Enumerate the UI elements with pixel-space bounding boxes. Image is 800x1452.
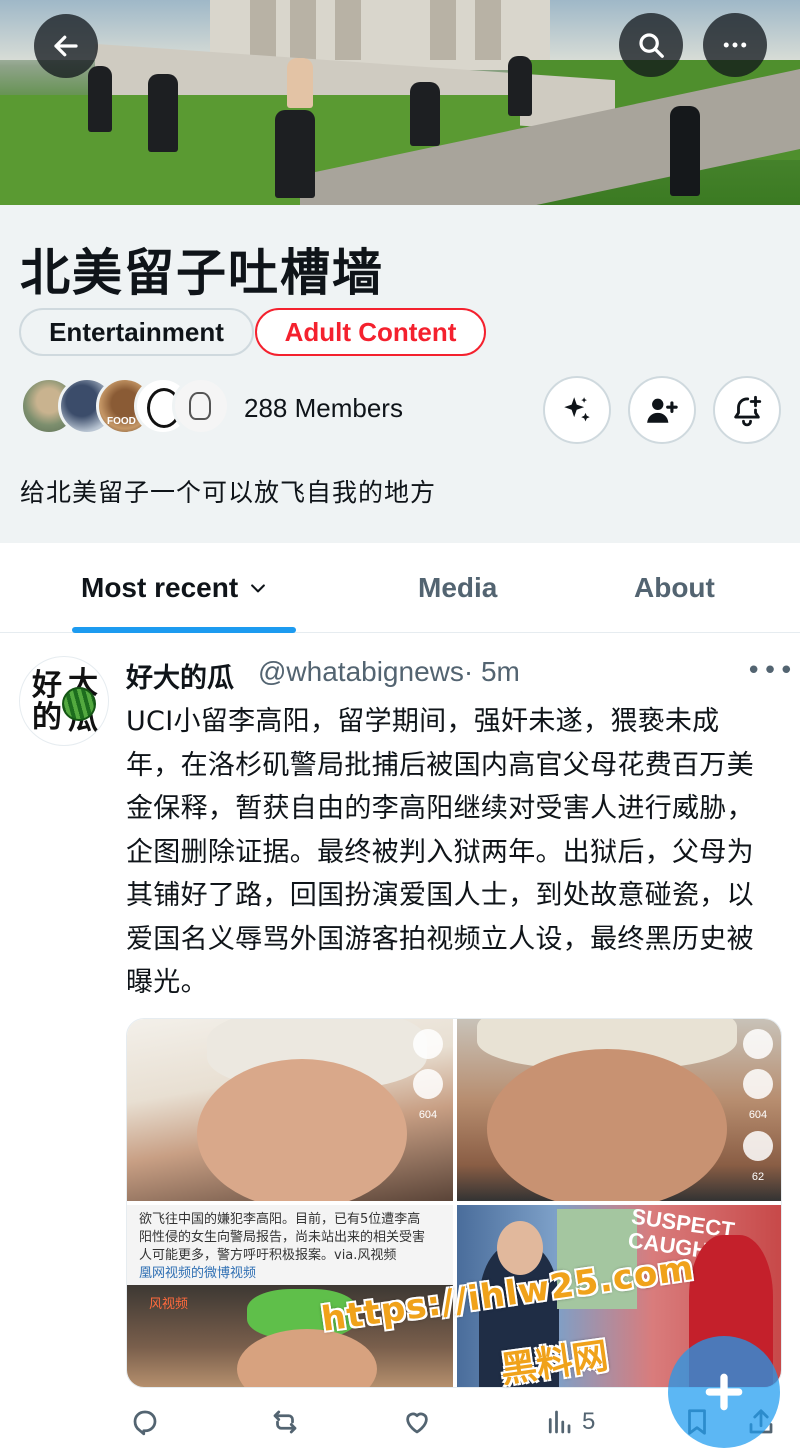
sparkle-icon (564, 397, 590, 422)
banner-pillar (290, 0, 316, 60)
search-button[interactable] (619, 13, 683, 77)
post-author-avatar[interactable]: 好 大 的 瓜 (19, 656, 109, 746)
avatar-char: 的 (32, 700, 62, 735)
tab-media[interactable]: Media (418, 543, 497, 633)
join-community-button[interactable] (628, 376, 696, 444)
like-count: 604 (418, 1109, 438, 1121)
avatar-food-text: FOOD (107, 416, 136, 427)
tag-entertainment[interactable]: Entertainment (19, 308, 254, 356)
banner-pillar (250, 0, 276, 60)
post-more-button[interactable]: ••• (746, 656, 795, 686)
more-horizontal-icon (723, 42, 747, 48)
media-image-2[interactable]: 604 62 (457, 1019, 781, 1201)
retweet-icon (273, 1410, 297, 1434)
back-button[interactable] (34, 14, 98, 78)
heart-icon (743, 1069, 773, 1099)
views-chart-icon (548, 1410, 571, 1434)
profile-dot-icon (743, 1029, 773, 1059)
grok-sparkle-button[interactable] (543, 376, 611, 444)
reply-icon (133, 1410, 157, 1436)
community-description: 给北美留子一个可以放飞自我的地方 (20, 478, 437, 507)
heart-icon (406, 1412, 428, 1434)
members-count[interactable]: 288 Members (244, 393, 403, 424)
search-icon (639, 33, 664, 58)
notifications-button[interactable] (713, 376, 781, 444)
person-add-icon (647, 398, 678, 423)
tab-about[interactable]: About (634, 543, 715, 633)
banner-pillar (335, 0, 361, 60)
profile-dot-icon (413, 1029, 443, 1059)
bell-plus-icon (734, 395, 762, 427)
video-side-icons: 604 62 (741, 1029, 775, 1183)
community-title: 北美留子吐槽墙 (20, 244, 384, 302)
chevron-down-icon (251, 584, 266, 593)
views-button[interactable]: 5 (544, 1402, 595, 1442)
post-author-handle[interactable]: @whatabignews· 5m (258, 656, 520, 688)
community-tabs: Most recent Media About (0, 543, 800, 633)
community-banner (0, 0, 800, 205)
compose-button[interactable] (668, 1336, 780, 1448)
banner-pillar (430, 0, 456, 60)
tab-active-indicator (72, 627, 296, 633)
retweet-button[interactable] (270, 1402, 300, 1442)
watermelon-icon (62, 687, 96, 721)
post-handle-text: @whatabignews (258, 656, 464, 687)
comment-count: 62 (751, 1171, 765, 1183)
banner-figure (275, 110, 315, 198)
more-button[interactable] (703, 13, 767, 77)
banner-figure (148, 74, 178, 152)
media-caption-text: 欲飞往中国的嫌犯李高阳。目前，已有5位遭李高阳性侵的女生向警局报告，尚未站出来的… (139, 1212, 426, 1263)
like-count: 604 (748, 1109, 768, 1121)
post-text: UCI小留李高阳，留学期间，强奸未遂，猥亵未成年，在洛杉矶警局批捕后被国内高官父… (126, 706, 754, 998)
views-count: 5 (582, 1408, 596, 1435)
plus-icon (705, 1373, 743, 1411)
banner-figure (508, 56, 532, 116)
arrow-left-icon (54, 35, 78, 57)
community-info: 北美留子吐槽墙 Entertainment Adult Content FOOD… (0, 205, 800, 543)
post-media-grid[interactable]: 604 604 62 欲飞往中国的嫌犯李高阳。目前，已有5位遭李高阳性侵的女生向… (126, 1018, 782, 1388)
banner-figure (287, 58, 313, 108)
post-author-name[interactable]: 好大的瓜 (126, 656, 234, 695)
video-watermark: 风视频 (149, 1297, 189, 1312)
tag-adult-content[interactable]: Adult Content (255, 308, 486, 356)
media-caption: 欲飞往中国的嫌犯李高阳。目前，已有5位遭李高阳性侵的女生向警局报告，尚未站出来的… (139, 1211, 429, 1283)
post-time: · 5m (463, 656, 520, 687)
tab-most-recent[interactable]: Most recent (81, 543, 268, 633)
member-avatar (172, 377, 230, 435)
post[interactable]: 好 大 的 瓜 好大的瓜 @whatabignews· 5m ••• UCI小留… (0, 634, 800, 1452)
media-caption-link: 凰网视频的微博视频 (139, 1266, 257, 1281)
banner-figure (670, 106, 700, 196)
comment-icon (743, 1131, 773, 1161)
like-button[interactable] (402, 1402, 432, 1442)
media-image-1[interactable]: 604 (127, 1019, 453, 1201)
heart-icon (413, 1069, 443, 1099)
member-avatars[interactable]: FOOD (20, 377, 250, 437)
banner-figure (88, 66, 112, 132)
avatar-char: 好 (32, 668, 62, 703)
video-side-icons: 604 (411, 1029, 445, 1121)
banner-pillar (475, 0, 501, 60)
tab-most-recent-label: Most recent (81, 572, 239, 603)
reply-button[interactable] (130, 1402, 160, 1442)
banner-figure (410, 82, 440, 146)
